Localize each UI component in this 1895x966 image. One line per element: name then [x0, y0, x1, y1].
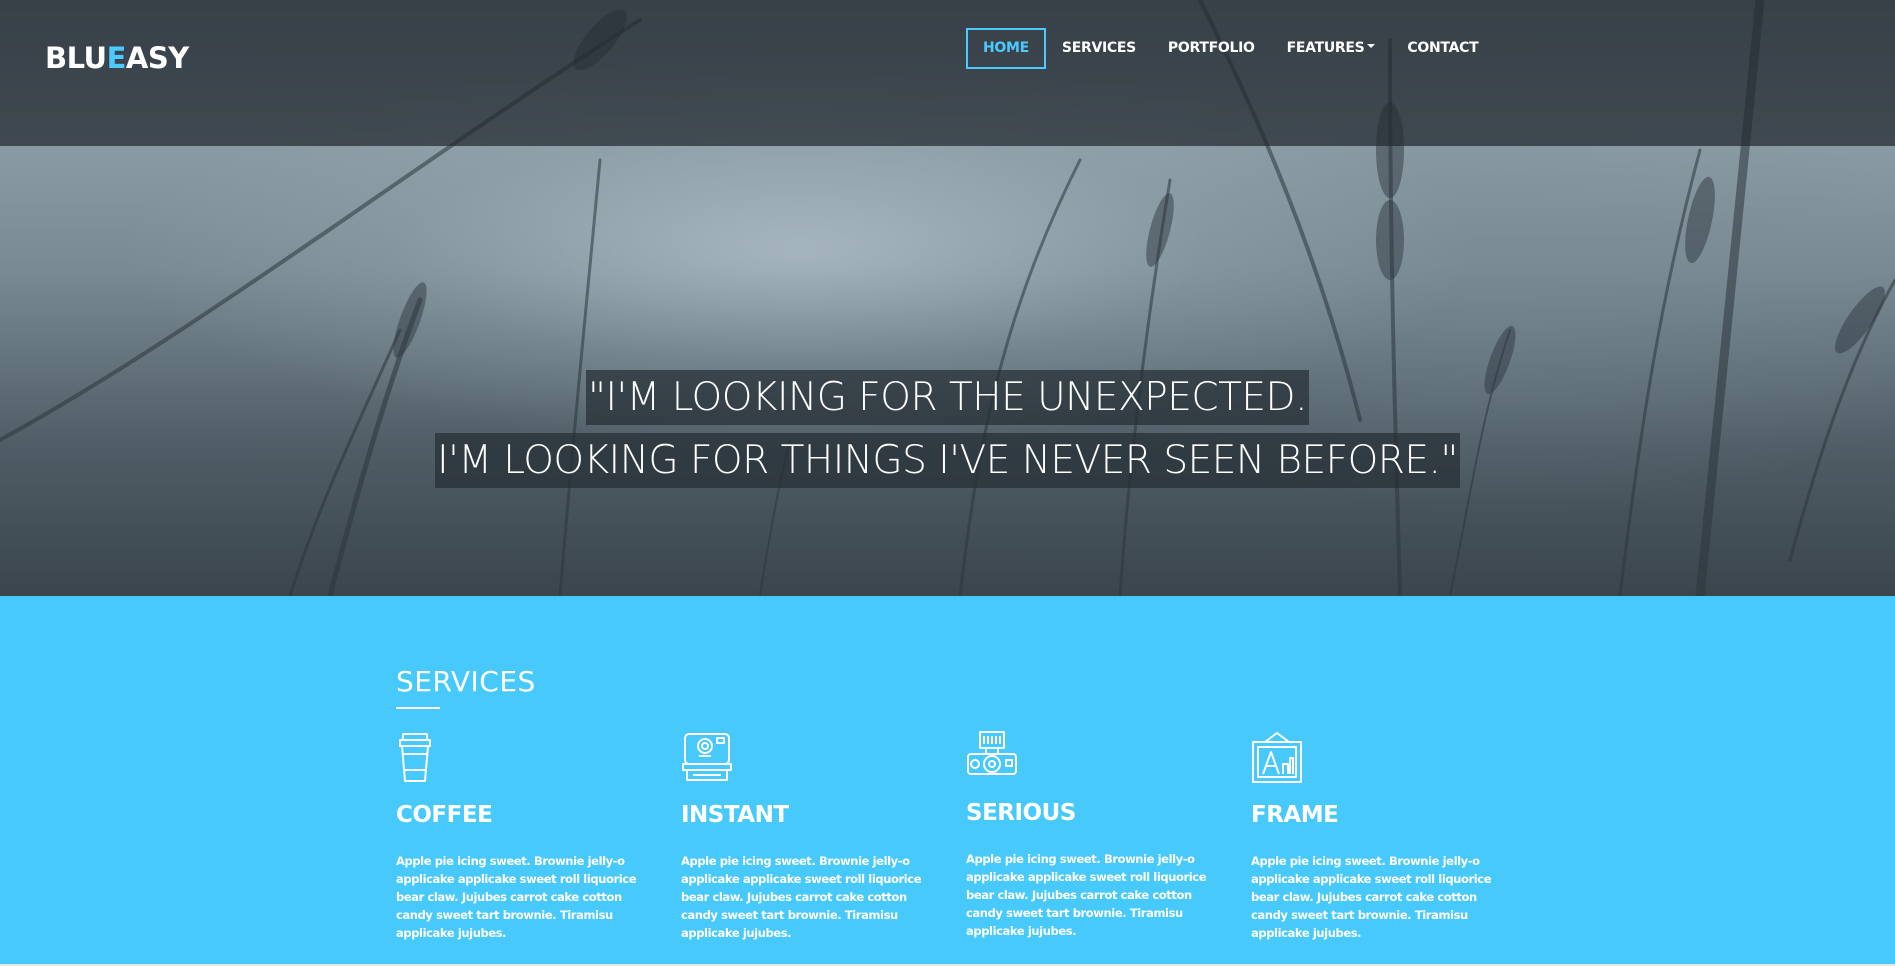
vintage-camera-icon [967, 731, 1017, 775]
nav-item-features[interactable]: FEATURES [1271, 28, 1392, 69]
logo-text-part2: ASY [125, 41, 189, 75]
nav-item-label: HOME [983, 40, 1029, 56]
service-name: INSTANT [681, 802, 789, 828]
nav-item-label: SERVICES [1061, 40, 1136, 56]
hero-quote-line-1: "I'M LOOKING FOR THE UNEXPECTED. [586, 370, 1309, 425]
brand-logo[interactable]: BLUEASY [45, 44, 189, 73]
nav-item-label: PORTFOLIO [1167, 40, 1255, 56]
hero-quote: "I'M LOOKING FOR THE UNEXPECTED. I'M LOO… [0, 370, 1895, 488]
main-nav: HOME SERVICES PORTFOLIO FEATURES CONTACT [966, 28, 1494, 69]
service-description: Apple pie icing sweet. Brownie jelly-o a… [681, 854, 922, 940]
nav-item-home[interactable]: HOME [966, 28, 1046, 69]
hero-quote-line-2: I'M LOOKING FOR THINGS I'VE NEVER SEEN B… [435, 433, 1460, 488]
service-description: Apple pie icing sweet. Brownie jelly-o a… [966, 852, 1207, 938]
nav-item-portfolio[interactable]: PORTFOLIO [1152, 28, 1271, 69]
hero-section: BLUEASY HOME SERVICES PORTFOLIO FEATURES… [0, 0, 1895, 596]
instant-camera-icon [682, 733, 732, 781]
nav-item-contact[interactable]: CONTACT [1391, 28, 1494, 69]
service-description: Apple pie icing sweet. Brownie jelly-o a… [1251, 854, 1492, 940]
nav-item-label: CONTACT [1407, 40, 1479, 56]
service-name: FRAME [1251, 802, 1339, 828]
nav-item-label: FEATURES [1286, 40, 1365, 56]
logo-text-part1: BLU [45, 41, 107, 75]
picture-frame-icon [1252, 732, 1302, 783]
coffee-cup-icon [399, 733, 431, 782]
services-section: SERVICES COFFEE Apple pie icing sweet. B… [0, 596, 1895, 966]
services-heading: SERVICES [396, 665, 536, 698]
service-description: Apple pie icing sweet. Brownie jelly-o a… [396, 854, 637, 940]
service-name: SERIOUS [966, 800, 1076, 826]
logo-text-accent: E [106, 41, 127, 75]
heading-underline [396, 707, 440, 709]
caret-down-icon [1367, 44, 1376, 48]
nav-item-services[interactable]: SERVICES [1046, 28, 1152, 69]
service-name: COFFEE [396, 802, 493, 828]
header-bar [0, 0, 1895, 146]
